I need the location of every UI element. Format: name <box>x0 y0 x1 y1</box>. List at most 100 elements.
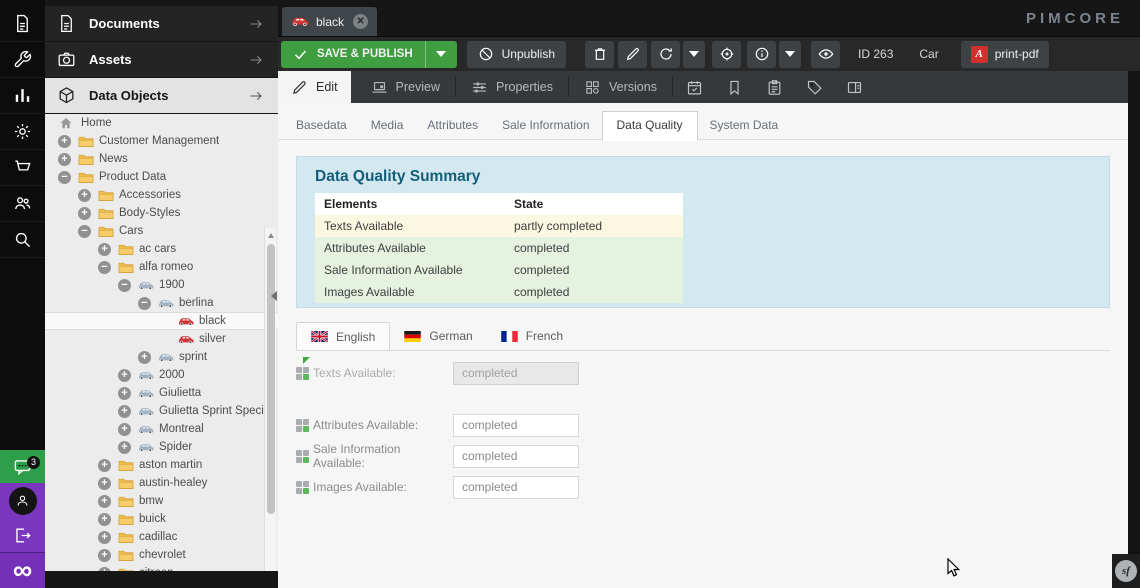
layout-button[interactable] <box>835 71 875 103</box>
tree-item[interactable]: +aston martin <box>45 456 278 474</box>
tree-vertical-scrollbar[interactable] <box>264 228 276 571</box>
user-profile-button[interactable] <box>0 483 45 518</box>
expand-icon[interactable]: + <box>118 423 131 436</box>
tree-item[interactable]: −Cars <box>45 222 278 240</box>
sale-information-available-field[interactable]: completed <box>453 445 579 468</box>
tree-item[interactable]: +chevrolet <box>45 546 278 564</box>
settings-rail-button[interactable] <box>0 114 45 150</box>
expand-icon[interactable]: + <box>98 477 111 490</box>
documents-rail-button[interactable] <box>0 6 45 42</box>
tab-basedata[interactable]: Basedata <box>284 112 359 140</box>
pimcore-logo-button[interactable]: ∞ <box>0 552 45 588</box>
tree-item[interactable]: −1900 <box>45 276 278 294</box>
expand-icon[interactable]: + <box>78 207 91 220</box>
notifications-button[interactable]: 3 <box>0 450 45 483</box>
tools-rail-button[interactable] <box>0 42 45 78</box>
expand-icon[interactable]: + <box>98 549 111 562</box>
tree-item-home[interactable]: Home <box>45 114 278 132</box>
tree-item[interactable]: −berlina <box>45 294 278 312</box>
tree-item[interactable]: +Body-Styles <box>45 204 278 222</box>
tree-item[interactable]: +sprint <box>45 348 278 366</box>
logout-button[interactable] <box>0 518 45 552</box>
images-available-field[interactable]: completed <box>453 476 579 499</box>
expand-icon[interactable]: + <box>98 531 111 544</box>
language-tab-french[interactable]: French <box>487 322 577 350</box>
mode-properties[interactable]: Properties <box>458 71 566 103</box>
attributes-available-field[interactable]: completed <box>453 414 579 437</box>
scroll-up-arrow[interactable] <box>268 233 274 238</box>
mode-edit[interactable]: Edit <box>278 71 351 103</box>
tab-data-quality[interactable]: Data Quality <box>602 111 698 141</box>
tab-sale-information[interactable]: Sale Information <box>490 112 601 140</box>
tags-button[interactable] <box>795 71 835 103</box>
panel-collapse-handle[interactable] <box>271 291 277 301</box>
accordion-documents[interactable]: Documents <box>45 6 278 41</box>
preview-eye-button[interactable] <box>811 41 840 68</box>
expand-icon[interactable]: + <box>118 387 131 400</box>
language-tab-german[interactable]: German <box>390 322 486 350</box>
tree-item[interactable]: −alfa romeo <box>45 258 278 276</box>
collapse-icon[interactable]: − <box>98 261 111 274</box>
object-tab-black[interactable]: black ✕ <box>282 7 377 36</box>
tree-item[interactable]: +2000 <box>45 366 278 384</box>
tree-item[interactable]: +bmw <box>45 492 278 510</box>
accordion-assets[interactable]: Assets <box>45 42 278 77</box>
tab-media[interactable]: Media <box>359 112 416 140</box>
expand-icon[interactable]: + <box>98 459 111 472</box>
ecommerce-rail-button[interactable] <box>0 150 45 186</box>
expand-icon[interactable]: + <box>98 513 111 526</box>
expand-icon[interactable]: + <box>58 135 71 148</box>
reports-rail-button[interactable] <box>0 78 45 114</box>
tree-item[interactable]: +cadillac <box>45 528 278 546</box>
save-publish-button[interactable]: SAVE & PUBLISH <box>281 41 457 68</box>
collapse-icon[interactable]: − <box>118 279 131 292</box>
reports-button[interactable] <box>755 71 795 103</box>
expand-icon[interactable]: + <box>58 153 71 166</box>
collapse-icon[interactable]: − <box>138 297 151 310</box>
tree-item[interactable]: +Gulietta Sprint Specia <box>45 402 278 420</box>
scrollbar-thumb[interactable] <box>267 244 275 514</box>
expand-icon[interactable]: + <box>138 351 151 364</box>
tree-item[interactable]: +Accessories <box>45 186 278 204</box>
locate-in-tree-button[interactable] <box>712 41 741 68</box>
tree-item[interactable]: +Customer Management <box>45 132 278 150</box>
info-button[interactable] <box>747 41 776 68</box>
scheduled-tasks-button[interactable] <box>675 71 715 103</box>
collapse-icon[interactable]: − <box>58 171 71 184</box>
collapse-icon[interactable]: − <box>78 225 91 238</box>
tree-item[interactable]: +Giulietta <box>45 384 278 402</box>
accordion-data-objects[interactable]: Data Objects <box>45 78 278 113</box>
expand-icon[interactable]: + <box>98 495 111 508</box>
reload-options-caret[interactable] <box>683 41 705 68</box>
notes-events-button[interactable] <box>715 71 755 103</box>
customers-rail-button[interactable] <box>0 186 45 222</box>
tree-item[interactable]: +buick <box>45 510 278 528</box>
search-rail-button[interactable] <box>0 222 45 258</box>
tree-item[interactable]: +austin-healey <box>45 474 278 492</box>
tree-item[interactable]: −Product Data <box>45 168 278 186</box>
expand-icon[interactable]: + <box>118 441 131 454</box>
rename-button[interactable] <box>618 41 647 68</box>
tree-item[interactable]: +citroen <box>45 564 278 571</box>
mode-preview[interactable]: Preview <box>358 71 453 103</box>
mode-versions[interactable]: Versions <box>571 71 670 103</box>
expand-icon[interactable]: + <box>78 189 91 202</box>
reload-button[interactable] <box>651 41 680 68</box>
expand-icon[interactable]: + <box>98 243 111 256</box>
tree-item[interactable]: +News <box>45 150 278 168</box>
tree-item-selected[interactable]: +black <box>45 312 278 330</box>
tree-item[interactable]: +ac cars <box>45 240 278 258</box>
print-pdf-button[interactable]: A print-pdf <box>961 41 1049 68</box>
delete-button[interactable] <box>585 41 614 68</box>
unpublish-button[interactable]: Unpublish <box>467 41 566 68</box>
save-options-caret[interactable] <box>425 41 457 68</box>
symfony-debug-button[interactable]: sf <box>1112 554 1140 588</box>
tree-item[interactable]: +Spider <box>45 438 278 456</box>
info-options-caret[interactable] <box>779 41 801 68</box>
tab-system-data[interactable]: System Data <box>698 112 791 140</box>
language-tab-english[interactable]: English <box>296 322 390 350</box>
expand-icon[interactable]: + <box>118 405 131 418</box>
expand-icon[interactable]: + <box>118 369 131 382</box>
tree-item[interactable]: +silver <box>45 330 278 348</box>
tree-item[interactable]: +Montreal <box>45 420 278 438</box>
